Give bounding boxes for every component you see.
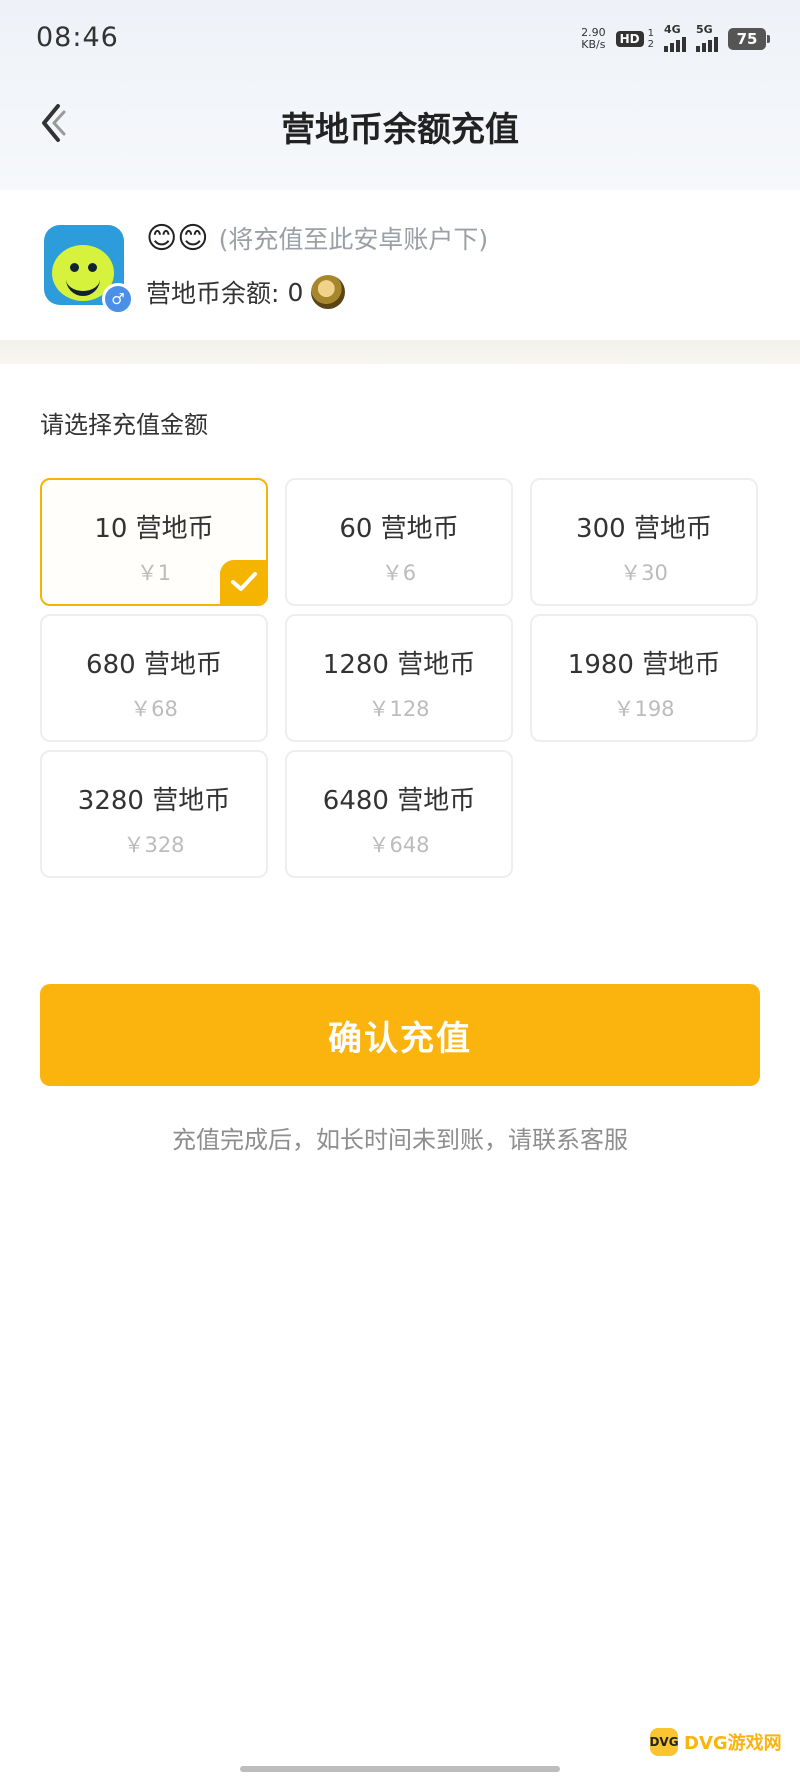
male-gender-icon: ♂ xyxy=(102,283,134,315)
option-amount: 1280 营地币 xyxy=(322,650,476,680)
hd-sim-index: 1 2 xyxy=(648,28,654,50)
option-amount: 6480 营地币 xyxy=(322,786,476,816)
option-amount: 60 营地币 xyxy=(339,514,459,544)
recharge-option[interactable]: 6480 营地币 ￥648 xyxy=(285,750,513,878)
signal-5g-icon: 5G xyxy=(696,23,718,52)
home-indicator[interactable] xyxy=(240,1766,560,1772)
balance-row: 营地币余额: 0 xyxy=(146,274,346,310)
option-price: ￥128 xyxy=(368,697,430,721)
recharge-option[interactable]: 3280 营地币 ￥328 xyxy=(40,750,268,878)
nav-bar: 营地币余额充值 xyxy=(0,90,800,160)
recharge-footnote: 充值完成后，如长时间未到账，请联系客服 xyxy=(172,1126,628,1154)
balance-value: 0 xyxy=(287,277,304,307)
section-label: 请选择充值金额 xyxy=(40,411,208,439)
signal-4g-icon: 4G xyxy=(664,23,686,52)
watermark-text: DVG游戏网 xyxy=(684,1733,782,1754)
watermark: DVG DVG游戏网 xyxy=(649,1728,782,1756)
net-speed: 2.90 KB/s xyxy=(581,27,606,51)
network-type-2: 5G xyxy=(696,22,713,36)
hd-voice-icon: HD xyxy=(615,31,644,47)
recharge-option[interactable]: 1280 营地币 ￥128 xyxy=(285,614,513,742)
net-speed-unit: KB/s xyxy=(581,38,606,51)
recharge-option[interactable]: 10 营地币 ￥1 xyxy=(40,478,268,606)
recharge-option[interactable]: 1980 营地币 ￥198 xyxy=(530,614,758,742)
page-title: 营地币余额充值 xyxy=(281,110,519,150)
coin-icon xyxy=(311,275,346,309)
hd-sub-top: 1 xyxy=(647,28,654,39)
recharge-option[interactable]: 60 营地币 ￥6 xyxy=(285,478,513,606)
option-amount: 10 营地币 xyxy=(94,514,214,544)
recharge-option[interactable]: 680 营地币 ￥68 xyxy=(40,614,268,742)
option-price: ￥6 xyxy=(381,561,417,585)
account-card: ♂ 😊😊 (将充值至此安卓账户下) 营地币余额: 0 xyxy=(0,190,800,340)
battery-icon: 75 xyxy=(728,28,770,50)
network-type-1: 4G xyxy=(664,22,681,36)
confirm-recharge-button[interactable]: 确认充值 xyxy=(40,984,760,1086)
option-price: ￥68 xyxy=(130,697,178,721)
section-divider xyxy=(0,340,800,364)
status-icons: 2.90 KB/s HD 1 2 4G 5G 75 xyxy=(581,23,770,54)
balance-label: 营地币余额: xyxy=(146,279,280,308)
watermark-logo-icon: DVG xyxy=(649,1728,679,1756)
hd-sub-bottom: 2 xyxy=(647,39,654,50)
username-row: 😊😊 (将充值至此安卓账户下) xyxy=(146,220,488,256)
option-amount: 300 营地币 xyxy=(576,514,712,544)
option-price: ￥328 xyxy=(123,833,185,857)
battery-level: 75 xyxy=(736,30,758,48)
checkmark-icon xyxy=(220,560,266,604)
option-price: ￥30 xyxy=(620,561,668,585)
option-amount: 3280 营地币 xyxy=(77,786,231,816)
option-price: ￥648 xyxy=(368,833,430,857)
username: 😊😊 xyxy=(146,220,209,256)
option-price: ￥198 xyxy=(613,697,675,721)
recharge-option[interactable]: 300 营地币 ￥30 xyxy=(530,478,758,606)
option-amount: 680 营地币 xyxy=(86,650,222,680)
option-amount: 1980 营地币 xyxy=(567,650,721,680)
status-bar: 08:46 2.90 KB/s HD 1 2 4G 5G 75 xyxy=(0,0,800,80)
status-time: 08:46 xyxy=(36,22,119,53)
account-note: (将充值至此安卓账户下) xyxy=(218,225,489,254)
